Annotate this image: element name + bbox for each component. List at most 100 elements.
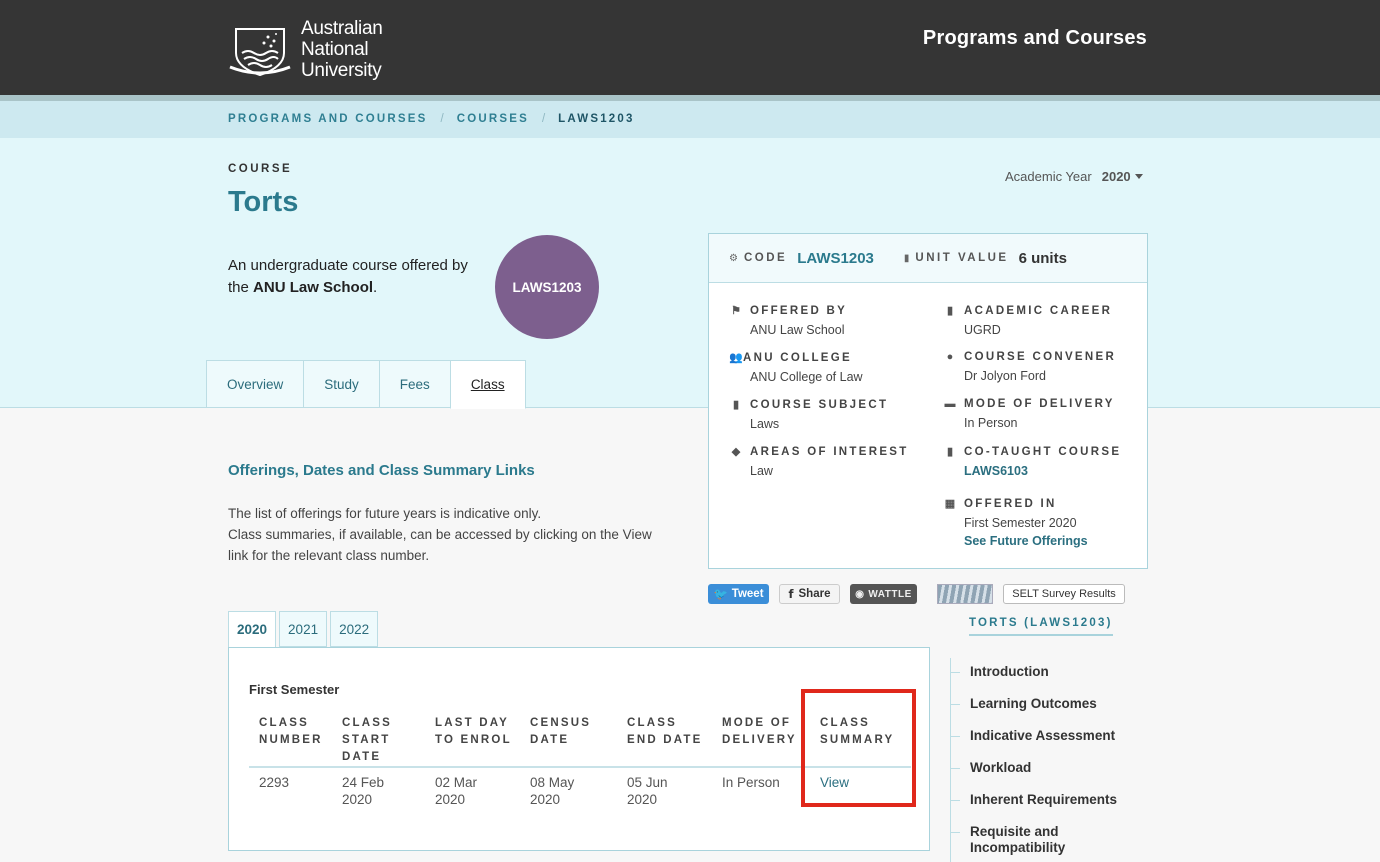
year-tabs: 2020 2021 2022	[228, 611, 381, 648]
sidenav-item-workload[interactable]: Workload	[970, 760, 1031, 776]
cell-census-date: 08 May 2020	[530, 775, 575, 807]
field-mode-of-delivery: ▬ MODE OF DELIVERY In Person	[943, 398, 1115, 432]
mode-of-delivery-label: MODE OF DELIVERY	[964, 398, 1115, 410]
logo-line-3: University	[301, 60, 382, 81]
breadcrumb-courses[interactable]: COURSES	[457, 113, 529, 125]
logo-line-1: Australian	[301, 18, 383, 39]
tag-icon: ◆	[731, 446, 741, 458]
book-icon: ▮	[946, 305, 954, 317]
offered-in-label: OFFERED IN	[964, 497, 1057, 510]
offerings-title: Offerings, Dates and Class Summary Links	[228, 462, 535, 479]
course-subject-value: Laws	[750, 417, 780, 431]
tab-year-2022[interactable]: 2022	[330, 611, 379, 647]
desc-school: ANU Law School	[253, 279, 374, 296]
sidenav-item-requisite[interactable]: Requisite and Incompatibility	[970, 824, 1100, 856]
course-hero: COURSE Torts An undergraduate course off…	[0, 138, 1380, 409]
field-offered-by: ⚑ OFFERED BY ANU Law School	[729, 304, 847, 339]
th-mode-of-delivery: MODE OF DELIVERY	[722, 717, 797, 746]
logo-line-2: National	[301, 39, 369, 60]
future-offerings-link[interactable]: See Future Offerings	[964, 532, 1088, 550]
field-academic-career: ▮ ACADEMIC CAREER UGRD	[943, 304, 1112, 339]
sidenav-tick	[950, 736, 960, 737]
cell-mode: In Person	[722, 775, 780, 790]
sidenav-item-introduction[interactable]: Introduction	[970, 664, 1049, 680]
cell-start-date: 24 Feb 2020	[342, 775, 385, 807]
academic-year-label: Academic Year	[1005, 169, 1092, 184]
co-taught-link[interactable]: LAWS6103	[964, 462, 1121, 480]
sidenav-tick	[950, 704, 960, 705]
sidenav-tick	[950, 768, 960, 769]
offerings-table-panel: First Semester CLASS NUMBER CLASS START …	[228, 647, 930, 851]
sidenav-title[interactable]: TORTS (LAWS1203)	[969, 617, 1113, 636]
facebook-icon: f	[788, 587, 794, 601]
sidenav-item-inherent-requirements[interactable]: Inherent Requirements	[970, 792, 1117, 808]
selt-graph-icon[interactable]	[937, 584, 993, 604]
flag-icon: ⚑	[731, 305, 741, 317]
academic-career-value: UGRD	[964, 323, 1001, 337]
twitter-icon: 🐦	[713, 589, 728, 601]
tab-year-2021[interactable]: 2021	[279, 611, 328, 647]
th-class-end-date: CLASS END DATE	[627, 717, 703, 746]
gear-icon: ⚙	[729, 252, 738, 264]
offered-by-value: ANU Law School	[750, 323, 845, 337]
offered-by-label: OFFERED BY	[750, 304, 848, 317]
field-anu-college: 👥 ANU COLLEGE ANU College of Law	[729, 351, 862, 386]
field-offered-in: ▦ OFFERED IN First Semester 2020 See Futu…	[943, 497, 1088, 550]
wattle-button[interactable]: ◉ WATTLE	[850, 584, 917, 604]
site-title[interactable]: Programs and Courses	[923, 27, 1147, 50]
sidenav-tick	[950, 672, 960, 673]
tab-study[interactable]: Study	[303, 360, 379, 408]
mode-of-delivery-value: In Person	[964, 416, 1018, 430]
anu-logo[interactable]: Australian National University	[228, 18, 383, 81]
desc-suffix: .	[373, 279, 378, 296]
breadcrumb-bar: PROGRAMS AND COURSES / COURSES / LAWS120…	[0, 101, 1380, 138]
book-icon: ▮	[946, 446, 954, 458]
offerings-text-line-1: The list of offerings for future years i…	[228, 506, 542, 521]
field-co-taught-course: ▮ CO-TAUGHT COURSE LAWS6103	[943, 445, 1121, 480]
anu-crest-icon	[229, 27, 291, 76]
academic-year-value[interactable]: 2020	[1102, 169, 1131, 184]
anu-college-label: ANU COLLEGE	[743, 351, 852, 364]
sidenav-tick	[950, 832, 960, 833]
tab-fees[interactable]: Fees	[378, 360, 450, 408]
tab-overview[interactable]: Overview	[206, 360, 304, 408]
tab-class[interactable]: Class	[449, 360, 526, 409]
th-census-date: CENSUS DATE	[530, 717, 592, 746]
breadcrumb-programs[interactable]: PROGRAMS AND COURSES	[228, 113, 427, 125]
co-taught-label: CO-TAUGHT COURSE	[964, 445, 1122, 458]
field-areas-of-interest: ◆ AREAS OF INTEREST Law	[729, 445, 909, 480]
breadcrumb-current[interactable]: LAWS1203	[558, 113, 634, 125]
cell-class-number: 2293	[259, 775, 290, 790]
field-course-subject: ▮ COURSE SUBJECT Laws	[729, 398, 888, 433]
academic-year-selector[interactable]: Academic Year 2020	[1005, 169, 1143, 184]
course-info-box: ⚙ CODE LAWS1203 ▮ UNIT VALUE 6 units ⚑ OF…	[708, 233, 1148, 569]
course-convener-label: COURSE CONVENER	[964, 351, 1117, 363]
semester-title: First Semester	[249, 682, 340, 697]
course-title: Torts	[228, 186, 299, 218]
share-label: Share	[798, 588, 831, 600]
calendar-icon: ▦	[944, 498, 956, 510]
sidenav-item-indicative-assessment[interactable]: Indicative Assessment	[970, 728, 1115, 744]
offerings-text-line-2: Class summaries, if available, can be ac…	[228, 527, 652, 563]
breadcrumb: PROGRAMS AND COURSES / COURSES / LAWS120…	[228, 113, 635, 125]
course-tabs: Overview Study Fees Class	[206, 360, 526, 409]
offerings-description: The list of offerings for future years i…	[228, 503, 658, 566]
facebook-share-button[interactable]: f Share	[779, 584, 840, 604]
sidenav-item-learning-outcomes[interactable]: Learning Outcomes	[970, 696, 1097, 712]
th-last-day-to-enrol: LAST DAY TO ENROL	[435, 717, 512, 746]
book-icon: ▮	[903, 252, 910, 264]
areas-of-interest-value: Law	[750, 464, 773, 478]
info-box-header: ⚙ CODE LAWS1203 ▮ UNIT VALUE 6 units	[709, 234, 1147, 283]
selt-survey-button[interactable]: SELT Survey Results	[1003, 584, 1125, 604]
sidenav-tick	[950, 800, 960, 801]
unit-value-label: UNIT VALUE	[915, 252, 1009, 264]
caret-down-icon	[1134, 174, 1143, 179]
tweet-button[interactable]: 🐦 Tweet	[708, 584, 769, 604]
cell-end-date: 05 Jun 2020	[627, 775, 668, 807]
tweet-label: Tweet	[731, 588, 764, 600]
tab-year-2020[interactable]: 2020	[228, 611, 277, 648]
th-class-number: CLASS NUMBER	[259, 717, 323, 746]
wattle-label: WATTLE	[868, 588, 912, 600]
code-label: CODE	[743, 252, 788, 264]
academic-career-label: ACADEMIC CAREER	[964, 304, 1113, 317]
